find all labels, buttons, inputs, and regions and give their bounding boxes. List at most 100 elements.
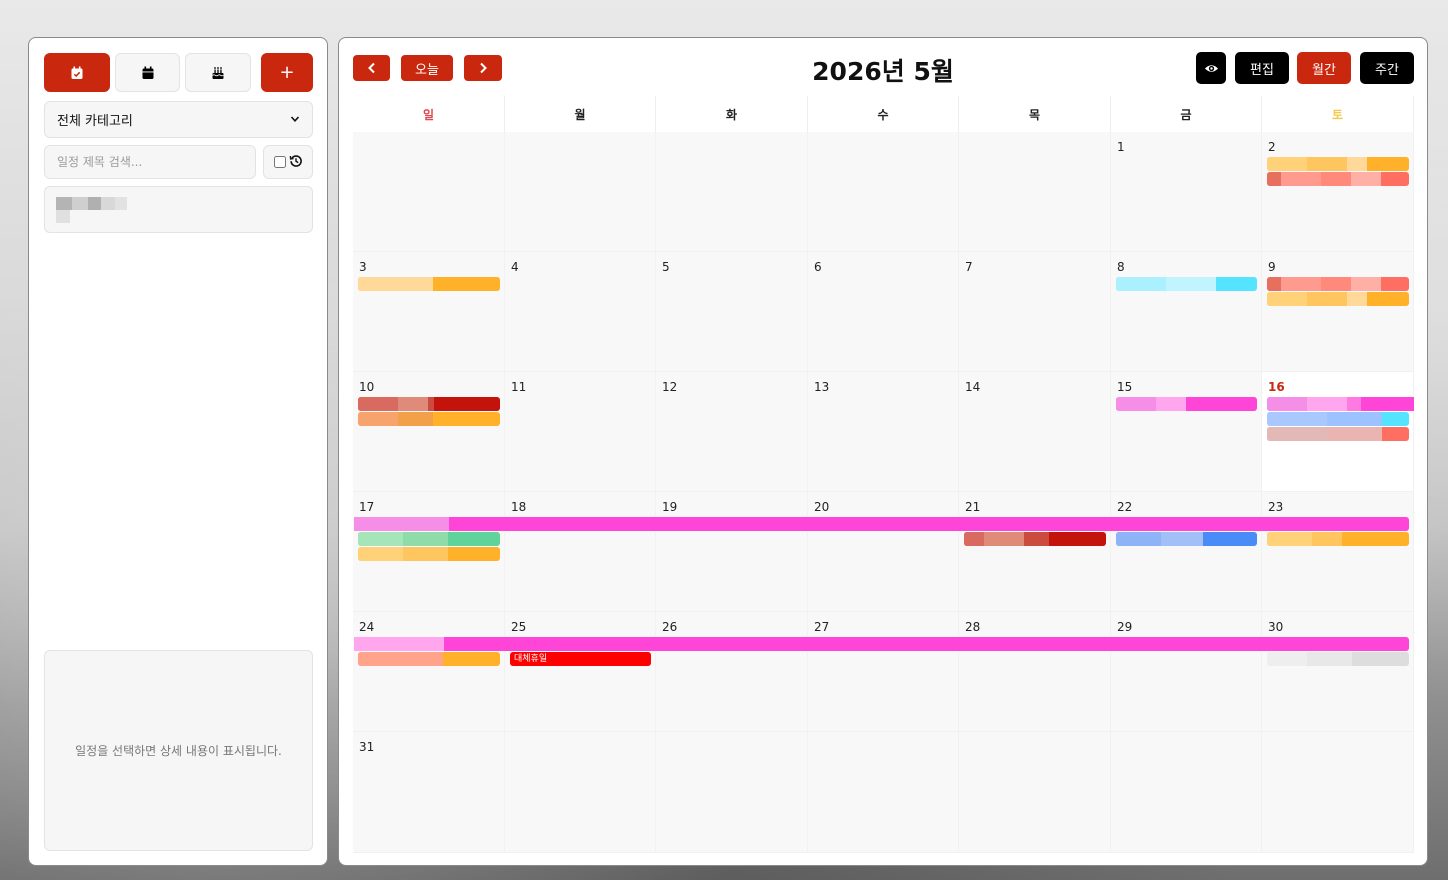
day-cell[interactable] bbox=[656, 492, 808, 612]
event-bar[interactable] bbox=[358, 547, 500, 561]
redacted-event-title bbox=[1267, 277, 1281, 291]
redacted-event-title bbox=[1307, 652, 1352, 666]
event-list-item[interactable] bbox=[44, 186, 313, 233]
day-cell[interactable] bbox=[656, 372, 808, 492]
event-bar[interactable] bbox=[1116, 397, 1257, 411]
redacted-text bbox=[88, 197, 101, 210]
day-cell[interactable] bbox=[959, 492, 1111, 612]
today-button[interactable]: 오늘 bbox=[401, 55, 453, 81]
event-bar[interactable] bbox=[1267, 397, 1414, 411]
search-input[interactable] bbox=[44, 145, 256, 179]
next-month-button[interactable] bbox=[464, 55, 502, 81]
month-view-label: 월간 bbox=[1312, 62, 1336, 78]
event-bar[interactable] bbox=[1267, 532, 1409, 546]
redacted-text bbox=[56, 210, 70, 223]
day-cell[interactable] bbox=[1111, 372, 1262, 492]
week-view-label: 주간 bbox=[1375, 62, 1399, 78]
day-cell[interactable] bbox=[1111, 252, 1262, 372]
prev-month-button[interactable] bbox=[353, 55, 390, 81]
redacted-event-title bbox=[1116, 277, 1166, 291]
month-grid: 일 월 화 수 목 금 토 1 2 3 4 5 6 7 8 9 10 11 12 13 14 15 16 17 18 19 20 21… bbox=[353, 96, 1414, 853]
empty-day-cell bbox=[505, 732, 656, 853]
history-checkbox[interactable] bbox=[273, 156, 286, 168]
event-bar[interactable] bbox=[1116, 277, 1257, 291]
day-cell[interactable] bbox=[1262, 492, 1414, 612]
day-cell[interactable] bbox=[1262, 132, 1414, 252]
day-cell[interactable] bbox=[808, 252, 959, 372]
empty-day-cell bbox=[1111, 732, 1262, 853]
day-cell[interactable] bbox=[353, 252, 505, 372]
birthday-view-button[interactable] bbox=[185, 53, 251, 92]
schedule-view-button[interactable] bbox=[44, 53, 110, 92]
redacted-event-title bbox=[1116, 397, 1156, 411]
day-cell[interactable] bbox=[656, 612, 808, 732]
day-cell[interactable] bbox=[1262, 612, 1414, 732]
day-cell[interactable] bbox=[808, 612, 959, 732]
event-bar[interactable] bbox=[358, 652, 500, 666]
day-cell[interactable] bbox=[353, 612, 505, 732]
day-cell[interactable] bbox=[505, 612, 656, 732]
event-bar[interactable] bbox=[1267, 172, 1409, 186]
day-cell[interactable] bbox=[505, 252, 656, 372]
event-bar[interactable] bbox=[1116, 532, 1257, 546]
event-bar[interactable] bbox=[358, 277, 500, 291]
event-bar[interactable] bbox=[358, 397, 500, 411]
day-number: 9 bbox=[1268, 260, 1276, 274]
day-number: 7 bbox=[965, 260, 973, 274]
day-cell[interactable] bbox=[656, 252, 808, 372]
day-number: 21 bbox=[965, 500, 981, 514]
category-select-value: 전체 카테고리 bbox=[57, 114, 133, 129]
day-cell[interactable] bbox=[808, 372, 959, 492]
day-cell[interactable] bbox=[505, 492, 656, 612]
history-toggle[interactable] bbox=[263, 145, 313, 179]
day-cell[interactable] bbox=[353, 372, 505, 492]
redacted-event-title bbox=[398, 412, 433, 426]
event-bar[interactable] bbox=[1267, 292, 1409, 306]
add-event-button[interactable]: + bbox=[261, 53, 313, 92]
event-bar[interactable] bbox=[1267, 412, 1409, 426]
day-number: 3 bbox=[359, 260, 367, 274]
redacted-event-title bbox=[1161, 532, 1203, 546]
empty-day-cell bbox=[1262, 732, 1414, 853]
redacted-event-title bbox=[1347, 157, 1367, 171]
day-cell[interactable] bbox=[1111, 132, 1262, 252]
redacted-event-title bbox=[1024, 532, 1049, 546]
day-number: 14 bbox=[965, 380, 981, 394]
redacted-text bbox=[115, 197, 127, 210]
holiday-event-bar[interactable]: 대체휴일 bbox=[510, 652, 651, 666]
redacted-event-title bbox=[1156, 397, 1186, 411]
redacted-event-title bbox=[358, 532, 403, 546]
day-cell[interactable] bbox=[959, 252, 1111, 372]
category-select[interactable]: 전체 카테고리 bbox=[44, 101, 313, 138]
event-bar[interactable] bbox=[358, 412, 500, 426]
day-cell[interactable] bbox=[959, 372, 1111, 492]
day-cell[interactable] bbox=[353, 732, 505, 853]
birthday-cake-icon bbox=[212, 66, 224, 79]
day-number: 13 bbox=[814, 380, 830, 394]
day-cell[interactable] bbox=[1111, 612, 1262, 732]
month-view-button[interactable]: 월간 bbox=[1297, 52, 1351, 84]
event-bar[interactable] bbox=[354, 517, 1409, 531]
view-toggle-button[interactable] bbox=[1196, 52, 1226, 84]
event-bar[interactable] bbox=[1267, 427, 1409, 441]
event-bar[interactable] bbox=[1267, 157, 1409, 171]
event-bar[interactable] bbox=[964, 532, 1106, 546]
day-cell[interactable] bbox=[1111, 492, 1262, 612]
redacted-event-title bbox=[1267, 532, 1312, 546]
redacted-event-title bbox=[1321, 277, 1351, 291]
event-bar[interactable] bbox=[1267, 277, 1409, 291]
day-cell[interactable] bbox=[505, 372, 656, 492]
event-bar[interactable] bbox=[354, 637, 1409, 651]
event-bar[interactable] bbox=[358, 532, 500, 546]
edit-button[interactable]: 편집 bbox=[1235, 52, 1289, 84]
event-bar[interactable] bbox=[1267, 652, 1409, 666]
empty-day-cell bbox=[353, 132, 505, 252]
redacted-event-title bbox=[1307, 292, 1347, 306]
day-number: 17 bbox=[359, 500, 375, 514]
week-view-button[interactable]: 주간 bbox=[1360, 52, 1414, 84]
day-cell[interactable] bbox=[808, 492, 959, 612]
day-cell[interactable] bbox=[1262, 252, 1414, 372]
day-cell[interactable] bbox=[959, 612, 1111, 732]
calendar-view-button[interactable] bbox=[115, 53, 180, 92]
redacted-event-title bbox=[1267, 427, 1327, 441]
